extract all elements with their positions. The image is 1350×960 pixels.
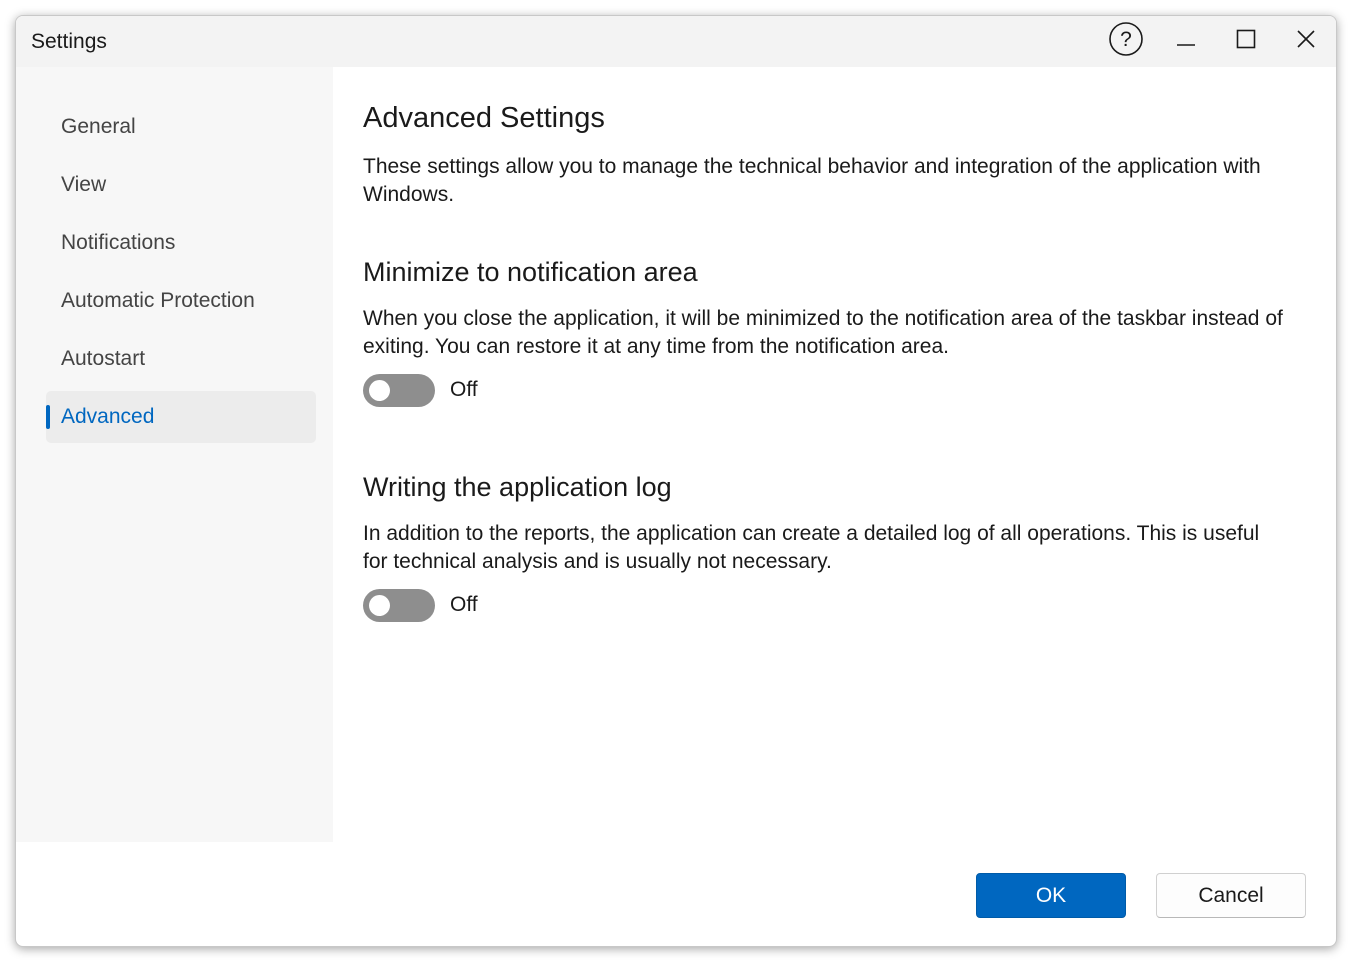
toggle-knob (369, 379, 390, 401)
section-title-log: Writing the application log (363, 472, 672, 502)
sidebar-item-label: Advanced (61, 405, 155, 428)
toggle-row-minimize: Off (363, 373, 478, 407)
sidebar-item-advanced[interactable]: Advanced (46, 391, 316, 443)
sidebar-item-general[interactable]: General (46, 101, 316, 153)
window-title: Settings (31, 30, 107, 53)
toggle-knob (369, 594, 390, 616)
cancel-button[interactable]: Cancel (1156, 873, 1306, 918)
minimize-icon (1176, 29, 1196, 54)
sidebar-item-label: Automatic Protection (61, 289, 255, 312)
sidebar-item-label: Notifications (61, 231, 176, 254)
section-description-minimize: When you close the application, it will … (363, 307, 1283, 358)
active-indicator (46, 405, 50, 429)
title-bar[interactable]: Settings ? (16, 16, 1336, 67)
sidebar-nav: General View Notifications Automatic Pro… (16, 67, 333, 842)
toggle-state-label: Off (450, 593, 478, 616)
minimize-toggle[interactable] (363, 373, 435, 407)
settings-window: Settings ? General View Notifications Au… (15, 15, 1337, 947)
page-description: These settings allow you to manage the t… (363, 155, 1261, 206)
section-description-log: In addition to the reports, the applicat… (363, 522, 1260, 573)
sidebar-item-autostart[interactable]: Autostart (46, 333, 316, 385)
svg-text:?: ? (1120, 28, 1132, 51)
page-title: Advanced Settings (363, 102, 605, 134)
section-title-minimize: Minimize to notification area (363, 257, 698, 287)
sidebar-item-automatic-protection[interactable]: Automatic Protection (46, 275, 316, 327)
log-toggle[interactable] (363, 588, 435, 622)
sidebar-item-label: View (61, 173, 107, 196)
help-button[interactable]: ? (1096, 16, 1156, 67)
sidebar-item-notifications[interactable]: Notifications (46, 217, 316, 269)
close-icon (1296, 29, 1316, 54)
maximize-button[interactable] (1216, 16, 1276, 67)
sidebar-item-view[interactable]: View (46, 159, 316, 211)
help-icon: ? (1108, 21, 1144, 62)
sidebar-item-label: Autostart (61, 347, 146, 370)
ok-button[interactable]: OK (976, 873, 1126, 918)
minimize-button[interactable] (1156, 16, 1216, 67)
toggle-state-label: Off (450, 378, 478, 401)
toggle-row-log: Off (363, 588, 478, 622)
close-button[interactable] (1276, 16, 1336, 67)
sidebar-item-label: General (61, 115, 136, 138)
maximize-icon (1236, 29, 1256, 54)
